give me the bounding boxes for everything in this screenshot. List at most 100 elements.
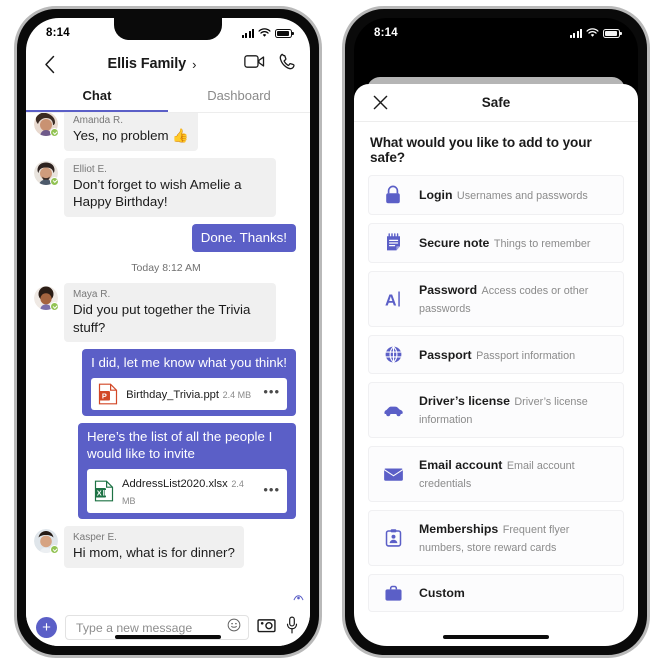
safe-item-title: Password [419, 283, 478, 297]
battery-full-icon [603, 28, 622, 38]
tab-chat[interactable]: Chat [26, 82, 168, 112]
file-attachment-card[interactable]: P Birthday_Trivia.ppt 2.4 MB ••• [91, 377, 287, 410]
safe-item-desc: Usernames and passwords [456, 190, 588, 202]
status-clock: 8:14 [46, 27, 70, 39]
avatar[interactable] [34, 286, 59, 312]
safe-item-title: Memberships [419, 522, 499, 536]
safe-item-email-account[interactable]: Email account Email account credentials [368, 446, 624, 502]
right-screen: 8:14 Safe What would you like to add to … [354, 18, 638, 646]
plus-icon[interactable]: + [36, 617, 57, 638]
message-sender: Elliot E. [73, 163, 107, 175]
avatar[interactable] [34, 529, 59, 555]
safe-item-text: Password Access codes or other passwords [419, 281, 611, 317]
message-text: Don’t forget to wish Amelie a Happy Birt… [73, 176, 242, 210]
tab-dashboard[interactable]: Dashboard [168, 82, 310, 112]
message-row: Elliot E. Don’t forget to wish Amelie a … [34, 157, 298, 217]
chevron-left-icon[interactable] [38, 53, 60, 75]
status-icons [570, 28, 622, 38]
status-icons [242, 28, 294, 38]
message-input-placeholder: Type a new message [76, 620, 193, 635]
wifi-icon [258, 28, 271, 37]
phone-right-safe: 8:14 Safe What would you like to add to … [342, 6, 650, 658]
safe-modal-sheet: Safe What would you like to add to your … [354, 84, 638, 646]
safe-item-title: Custom [419, 586, 465, 600]
file-attachment-card[interactable]: X AddressList2020.xlsx 2.4 MB ••• [87, 468, 287, 514]
smiley-icon[interactable] [227, 618, 241, 637]
file-name: Birthday_Trivia.ppt [126, 389, 219, 402]
message-text: I did, let me know what you think! [91, 355, 287, 371]
message-bubble[interactable]: Here’s the list of all the people I woul… [78, 422, 296, 520]
note-icon [381, 233, 405, 253]
safe-item-text: Memberships Frequent flyer numbers, stor… [419, 520, 611, 556]
file-more-options-icon[interactable]: ••• [263, 385, 280, 402]
home-indicator [115, 635, 221, 639]
seen-eye-icon [293, 588, 304, 606]
message-list[interactable]: Amanda R. Yes, no problem 👍 Elliot E. Do… [26, 113, 310, 608]
safe-item-passport[interactable]: Passport Passport information [368, 335, 624, 374]
avatar[interactable] [34, 113, 59, 137]
powerpoint-file-icon: P [98, 383, 118, 405]
avatar[interactable] [34, 160, 59, 186]
lock-icon [381, 185, 405, 205]
safe-item-list[interactable]: Login Usernames and passwords Secure not… [354, 175, 638, 646]
safe-item-title: Passport [419, 347, 472, 362]
globe-icon [381, 345, 405, 364]
message-sender: Maya R. [73, 289, 111, 301]
status-clock: 8:14 [374, 27, 398, 39]
safe-item-title: Login [419, 188, 453, 202]
chat-title-group[interactable]: Ellis Family › [60, 56, 244, 72]
safe-item-secure-note[interactable]: Secure note Things to remember [368, 223, 624, 263]
safe-header: Safe [354, 84, 638, 122]
message-bubble[interactable]: Amanda R. Yes, no problem 👍 [64, 113, 198, 151]
safe-item-text: Secure note Things to remember [419, 234, 611, 252]
wifi-icon [586, 28, 599, 37]
message-bubble[interactable]: Done. Thanks! [191, 223, 296, 253]
message-row: Kasper E. Hi mom, what is for dinner? [34, 526, 298, 568]
microphone-icon[interactable] [286, 616, 298, 639]
message-bubble[interactable]: Elliot E. Don’t forget to wish Amelie a … [64, 157, 276, 217]
close-x-icon[interactable] [370, 93, 390, 113]
safe-item-text: Login Usernames and passwords [419, 186, 611, 204]
safe-item-password[interactable]: A Password Access codes or other passwor… [368, 271, 624, 327]
message-text: Yes, no problem 👍 [73, 128, 189, 143]
phone-handset-icon[interactable] [279, 53, 296, 76]
chat-tabs: Chat Dashboard [26, 82, 310, 112]
message-bubble[interactable]: Maya R. Did you put together the Trivia … [64, 283, 276, 343]
message-row: Here’s the list of all the people I woul… [34, 422, 298, 520]
video-camera-icon[interactable] [244, 54, 265, 74]
chevron-right-icon: › [192, 56, 197, 72]
header-actions [244, 53, 296, 76]
safe-item-title: Secure note [419, 236, 490, 250]
file-size: 2.4 MB [222, 390, 252, 401]
page-title: Ellis Family [107, 56, 187, 72]
file-name: AddressList2020.xlsx [122, 477, 228, 490]
safe-item-drivers-license[interactable]: Driver’s license Driver’s license inform… [368, 382, 624, 438]
message-composer: + Type a new message [26, 608, 310, 646]
svg-text:X: X [97, 488, 102, 497]
safe-item-memberships[interactable]: Memberships Frequent flyer numbers, stor… [368, 510, 624, 566]
safe-item-text: Custom [419, 584, 611, 602]
message-row: Amanda R. Yes, no problem 👍 [34, 113, 298, 151]
message-row: Done. Thanks! [34, 223, 298, 253]
safe-item-desc: Things to remember [493, 238, 591, 250]
safe-item-text: Email account Email account credentials [419, 456, 611, 492]
message-bubble[interactable]: Kasper E. Hi mom, what is for dinner? [64, 526, 244, 568]
message-bubble[interactable]: I did, let me know what you think! P Bir… [82, 349, 296, 416]
svg-text:A: A [385, 293, 397, 310]
screenshot-stage: 8:14 Ellis Family › Chat Dashboard Amand… [0, 0, 660, 663]
safe-item-login[interactable]: Login Usernames and passwords [368, 175, 624, 215]
message-text: Hi mom, what is for dinner? [73, 545, 235, 561]
safe-stack: Safe What would you like to add to your … [354, 44, 638, 646]
file-more-options-icon[interactable]: ••• [263, 483, 280, 500]
tab-active-underline [26, 109, 168, 112]
message-text: Did you put together the Trivia stuff? [73, 302, 251, 335]
safe-item-custom[interactable]: Custom [368, 574, 624, 612]
message-row: Maya R. Did you put together the Trivia … [34, 283, 298, 343]
text-cursor-icon: A [381, 289, 405, 309]
excel-file-icon: X [94, 480, 114, 502]
car-icon [381, 404, 405, 417]
notch [442, 18, 550, 40]
camera-icon[interactable] [257, 618, 276, 638]
file-info: AddressList2020.xlsx 2.4 MB [122, 474, 255, 508]
message-text: Here’s the list of all the people I woul… [87, 428, 273, 462]
